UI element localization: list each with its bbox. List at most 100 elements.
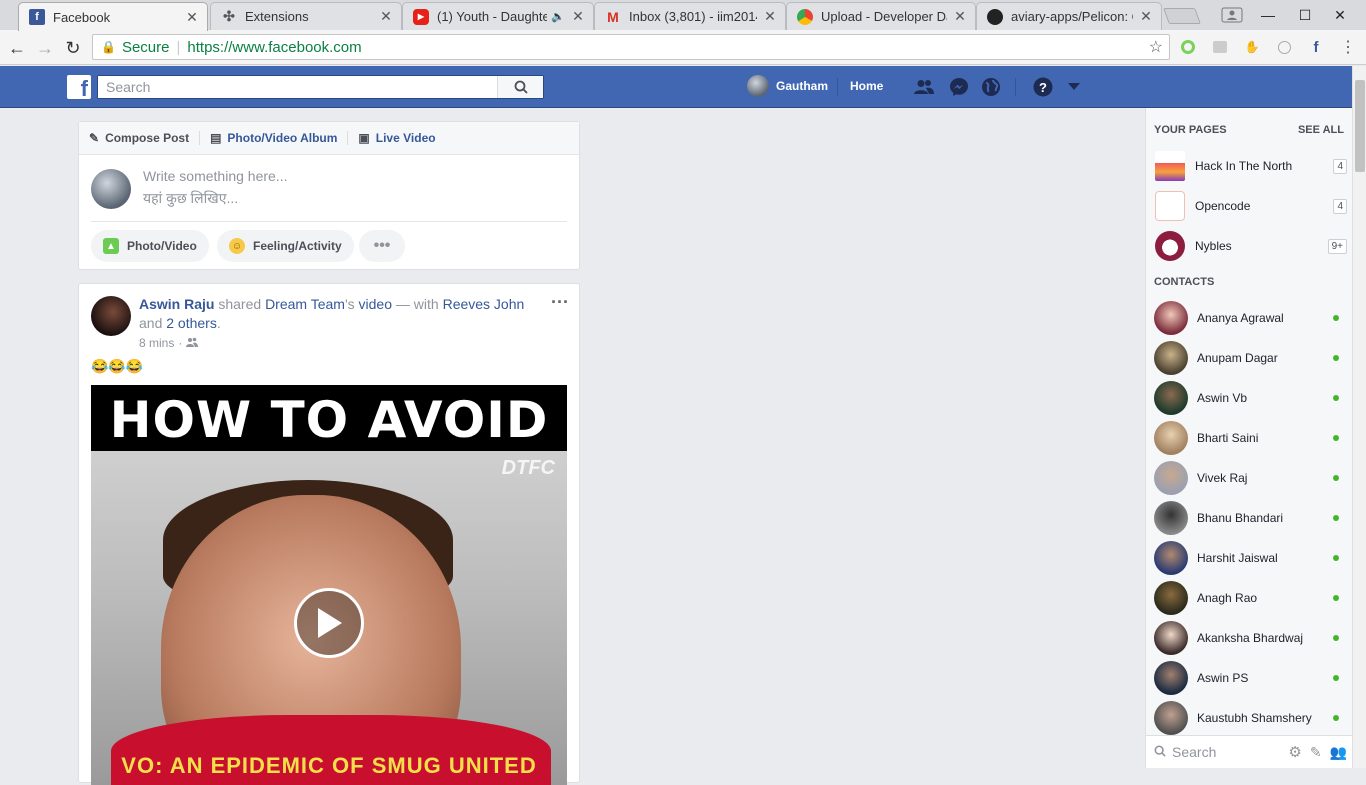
new-tab-button[interactable] bbox=[1163, 8, 1201, 24]
post-composer: ✎ Compose Post ▤ Photo/Video Album ▣ Liv… bbox=[78, 121, 580, 270]
feeling-activity-button[interactable]: ☺ Feeling/Activity bbox=[217, 230, 354, 262]
author-link[interactable]: Aswin Raju bbox=[139, 296, 214, 312]
see-all-link[interactable]: SEE ALL bbox=[1298, 124, 1344, 136]
extension-facebook-icon[interactable]: f bbox=[1308, 39, 1324, 56]
feed-post: Aswin Raju shared Dream Team's video — w… bbox=[78, 283, 580, 785]
close-tab-icon[interactable]: ✕ bbox=[953, 8, 967, 25]
notifications-globe-icon[interactable] bbox=[980, 76, 1002, 98]
contact-item[interactable]: Anupam Dagar bbox=[1146, 338, 1352, 378]
button-label: Feeling/Activity bbox=[253, 239, 342, 253]
help-icon[interactable]: ? bbox=[1032, 76, 1054, 98]
close-tab-icon[interactable]: ✕ bbox=[571, 8, 585, 25]
facebook-favicon-icon: f bbox=[29, 9, 45, 25]
extension-circle-icon[interactable] bbox=[1276, 39, 1292, 55]
extension-green-ring-icon[interactable] bbox=[1180, 39, 1196, 55]
messenger-icon[interactable] bbox=[948, 76, 970, 98]
friend-requests-icon[interactable] bbox=[913, 76, 935, 98]
fb-search-input[interactable] bbox=[98, 76, 498, 98]
forward-icon[interactable]: → bbox=[32, 35, 58, 61]
tagged-user-link[interactable]: Reeves John bbox=[443, 296, 525, 312]
page-notification-count: 4 bbox=[1333, 198, 1347, 214]
play-icon[interactable] bbox=[294, 588, 364, 658]
profile-link[interactable]: Gautham bbox=[776, 79, 828, 93]
profile-icon[interactable] bbox=[1214, 0, 1250, 30]
reload-icon[interactable]: ↻ bbox=[60, 35, 86, 61]
new-group-icon[interactable]: 👥 bbox=[1330, 744, 1347, 761]
page-item-hack-in-the-north[interactable]: Hack In The North 4 bbox=[1146, 146, 1352, 186]
page-logo bbox=[1155, 191, 1185, 221]
gmail-favicon-icon: M bbox=[607, 8, 619, 25]
extension-gray-icon[interactable] bbox=[1212, 39, 1228, 55]
friends-audience-icon[interactable] bbox=[186, 336, 199, 350]
new-message-icon[interactable]: ✎ bbox=[1310, 744, 1322, 761]
chat-settings-gear-icon[interactable]: ⚙ bbox=[1288, 743, 1301, 761]
close-window-icon[interactable]: ✕ bbox=[1322, 0, 1358, 30]
chrome-webstore-favicon-icon bbox=[797, 8, 813, 25]
more-options-button[interactable]: ••• bbox=[359, 230, 405, 262]
speaker-icon[interactable]: 🔈 bbox=[551, 10, 565, 23]
svg-text:?: ? bbox=[1039, 80, 1047, 95]
contact-avatar bbox=[1154, 501, 1188, 535]
contact-item[interactable]: Aswin PS bbox=[1146, 658, 1352, 698]
contact-item[interactable]: Ananya Agrawal bbox=[1146, 298, 1352, 338]
chat-search-placeholder[interactable]: Search bbox=[1172, 744, 1216, 760]
post-video[interactable]: HOW TO AVOID DTFC VO: AN EPIDEMIC OF SMU… bbox=[91, 385, 567, 785]
tab-facebook[interactable]: f Facebook ✕ bbox=[18, 2, 208, 31]
user-avatar[interactable] bbox=[747, 75, 769, 97]
contact-avatar bbox=[1154, 621, 1188, 655]
fb-search-box[interactable] bbox=[97, 75, 544, 99]
contact-item[interactable]: Vivek Raj bbox=[1146, 458, 1352, 498]
contact-item[interactable]: Anagh Rao bbox=[1146, 578, 1352, 618]
url-text[interactable]: https://www.facebook.com bbox=[187, 39, 361, 56]
photo-video-album-tab[interactable]: ▤ Photo/Video Album bbox=[210, 131, 349, 145]
search-icon[interactable] bbox=[497, 76, 543, 98]
tab-extensions[interactable]: ✣ Extensions ✕ bbox=[210, 2, 402, 30]
post-options-icon[interactable]: ··· bbox=[551, 292, 569, 313]
back-icon[interactable]: ← bbox=[4, 35, 30, 61]
maximize-icon[interactable]: ☐ bbox=[1287, 0, 1323, 30]
close-tab-icon[interactable]: ✕ bbox=[1139, 8, 1153, 25]
post-author-avatar[interactable] bbox=[91, 296, 131, 336]
contact-item[interactable]: Akanksha Bhardwaj bbox=[1146, 618, 1352, 658]
home-link[interactable]: Home bbox=[850, 79, 883, 93]
tab-developer-dashboard[interactable]: Upload - Developer Da ✕ bbox=[786, 2, 976, 30]
contact-item[interactable]: Bhanu Bhandari bbox=[1146, 498, 1352, 538]
account-dropdown-icon[interactable] bbox=[1063, 76, 1085, 98]
page-item-nybles[interactable]: Nybles 9+ bbox=[1146, 226, 1352, 266]
contact-item[interactable]: Kaustubh Shamshery bbox=[1146, 698, 1352, 738]
contact-item[interactable]: Bharti Saini bbox=[1146, 418, 1352, 458]
close-tab-icon[interactable]: ✕ bbox=[379, 8, 393, 25]
menu-kebab-icon[interactable]: ⋮ bbox=[1340, 39, 1356, 56]
others-link[interactable]: 2 others bbox=[166, 315, 217, 331]
minimize-icon[interactable]: — bbox=[1250, 0, 1286, 30]
composer-placeholder-english[interactable]: Write something here... bbox=[143, 168, 287, 184]
page-logo bbox=[1155, 231, 1185, 261]
page-link[interactable]: Dream Team bbox=[265, 296, 345, 312]
browser-tab-strip: f Facebook ✕ ✣ Extensions ✕ ▶ (1) Youth … bbox=[0, 0, 1366, 31]
compose-post-tab[interactable]: ✎ Compose Post bbox=[89, 131, 201, 145]
bookmark-star-icon[interactable]: ☆ bbox=[1149, 37, 1163, 57]
tab-github[interactable]: aviary-apps/Pelicon: Ch ✕ bbox=[976, 2, 1162, 30]
facebook-logo-icon[interactable]: f bbox=[67, 75, 91, 99]
page-scrollbar[interactable] bbox=[1352, 66, 1366, 768]
contact-name: Harshit Jaiswal bbox=[1197, 551, 1278, 565]
contact-avatar bbox=[1154, 341, 1188, 375]
chat-search-bar[interactable]: Search ⚙ ✎ 👥 bbox=[1146, 735, 1352, 768]
live-video-tab[interactable]: ▣ Live Video bbox=[358, 131, 445, 145]
contact-name: Akanksha Bhardwaj bbox=[1197, 631, 1304, 645]
extension-hand-icon[interactable]: ✋ bbox=[1244, 39, 1260, 55]
page-item-opencode[interactable]: Opencode 4 bbox=[1146, 186, 1352, 226]
tab-gmail[interactable]: M Inbox (3,801) - iim2014 ✕ bbox=[594, 2, 786, 30]
tab-youtube[interactable]: ▶ (1) Youth - Daughter 🔈 ✕ bbox=[402, 2, 594, 30]
composer-placeholder-hindi[interactable]: यहां कुछ लिखिए... bbox=[143, 189, 238, 208]
post-time[interactable]: 8 mins bbox=[139, 336, 174, 350]
close-tab-icon[interactable]: ✕ bbox=[185, 9, 199, 26]
contact-item[interactable]: Harshit Jaiswal bbox=[1146, 538, 1352, 578]
scrollbar-thumb[interactable] bbox=[1355, 80, 1365, 172]
address-bar[interactable]: 🔒 Secure | https://www.facebook.com ☆ bbox=[92, 34, 1170, 60]
close-tab-icon[interactable]: ✕ bbox=[763, 8, 777, 25]
contact-item[interactable]: Aswin Vb bbox=[1146, 378, 1352, 418]
video-link[interactable]: video bbox=[359, 296, 392, 312]
online-indicator bbox=[1333, 355, 1339, 361]
photo-video-button[interactable]: ▲ Photo/Video bbox=[91, 230, 209, 262]
